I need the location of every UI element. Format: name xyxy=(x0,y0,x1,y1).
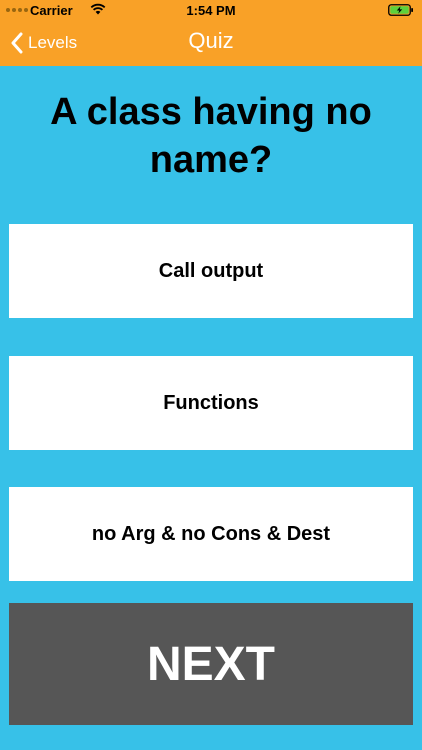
question-text: A class having no name? xyxy=(50,91,372,181)
next-button-label: NEXT xyxy=(146,637,275,691)
status-bar: Carrier 1:54 PM xyxy=(0,0,422,20)
status-time: 1:54 PM xyxy=(186,3,236,18)
answer-option-3[interactable]: no Arg & no Cons & Dest xyxy=(9,487,413,581)
answer-option-label: Functions xyxy=(163,391,259,414)
answer-option-2[interactable]: Functions xyxy=(9,356,413,450)
navigation-bar: Levels Quiz xyxy=(0,20,422,66)
answer-option-label: Call output xyxy=(158,259,264,282)
answer-option-1[interactable]: Call output xyxy=(9,224,413,318)
nav-title: Quiz xyxy=(188,28,234,53)
battery-charging-icon xyxy=(388,4,413,16)
top-bar: Carrier 1:54 PM Levels Quiz xyxy=(0,0,422,66)
next-button[interactable]: NEXT xyxy=(9,603,413,725)
answer-option-label: no Arg & no Cons & Dest xyxy=(91,522,331,545)
